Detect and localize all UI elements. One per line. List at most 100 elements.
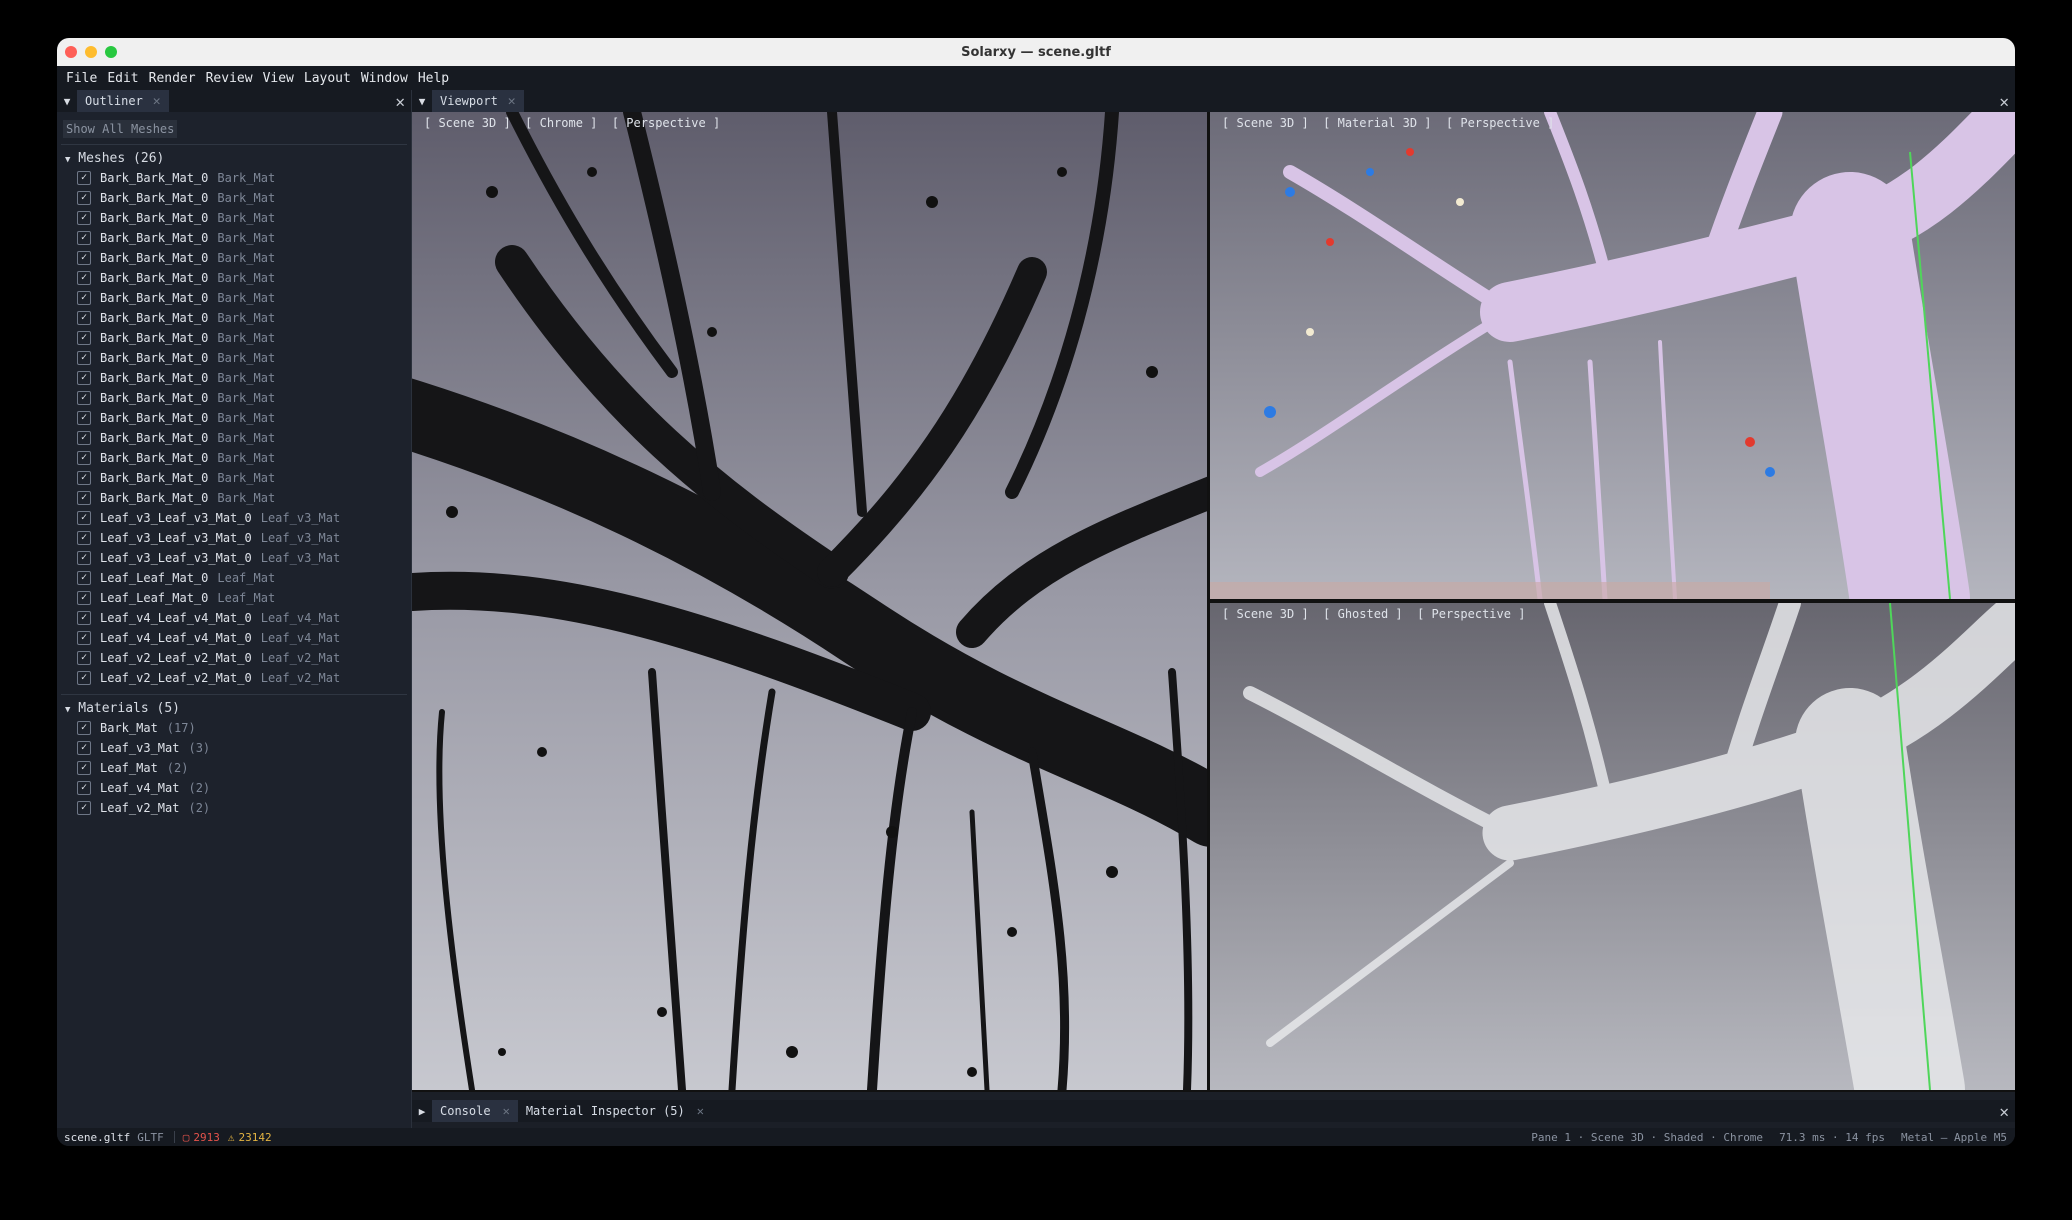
- mesh-row[interactable]: ✓ Bark_Bark_Mat_0 Bark_Mat: [57, 228, 411, 248]
- collapse-triangle-icon[interactable]: ▼: [412, 95, 432, 108]
- pane-label-chrome[interactable]: [ Scene 3D ] [ Chrome ] [ Perspective ]: [424, 116, 720, 130]
- mesh-row[interactable]: ✓ Bark_Bark_Mat_0 Bark_Mat: [57, 168, 411, 188]
- zoom-window-button[interactable]: [105, 46, 117, 58]
- checkbox-checked-icon[interactable]: ✓: [77, 611, 91, 625]
- mesh-row[interactable]: ✓ Bark_Bark_Mat_0 Bark_Mat: [57, 348, 411, 368]
- material-row[interactable]: ✓ Leaf_Mat (2): [57, 758, 411, 778]
- mesh-row[interactable]: ✓ Bark_Bark_Mat_0 Bark_Mat: [57, 328, 411, 348]
- mesh-name: Leaf_v4_Leaf_v4_Mat_0: [100, 611, 252, 625]
- checkbox-checked-icon[interactable]: ✓: [77, 591, 91, 605]
- menu-layout[interactable]: Layout: [304, 71, 351, 86]
- checkbox-checked-icon[interactable]: ✓: [77, 331, 91, 345]
- material-row[interactable]: ✓ Leaf_v2_Mat (2): [57, 798, 411, 818]
- checkbox-checked-icon[interactable]: ✓: [77, 211, 91, 225]
- menu-review[interactable]: Review: [206, 71, 253, 86]
- close-icon[interactable]: ✕: [1999, 1102, 2009, 1121]
- tab-close-icon[interactable]: ✕: [697, 1104, 704, 1118]
- checkbox-checked-icon[interactable]: ✓: [77, 671, 91, 685]
- mesh-row[interactable]: ✓ Bark_Bark_Mat_0 Bark_Mat: [57, 428, 411, 448]
- checkbox-checked-icon[interactable]: ✓: [77, 451, 91, 465]
- checkbox-checked-icon[interactable]: ✓: [77, 311, 91, 325]
- menu-help[interactable]: Help: [418, 71, 449, 86]
- checkbox-checked-icon[interactable]: ✓: [77, 571, 91, 585]
- mesh-row[interactable]: ✓ Bark_Bark_Mat_0 Bark_Mat: [57, 268, 411, 288]
- checkbox-checked-icon[interactable]: ✓: [77, 351, 91, 365]
- close-window-button[interactable]: [65, 46, 77, 58]
- mesh-row[interactable]: ✓ Bark_Bark_Mat_0 Bark_Mat: [57, 468, 411, 488]
- mesh-row[interactable]: ✓ Bark_Bark_Mat_0 Bark_Mat: [57, 248, 411, 268]
- material-row[interactable]: ✓ Leaf_v4_Mat (2): [57, 778, 411, 798]
- mesh-row[interactable]: ✓ Bark_Bark_Mat_0 Bark_Mat: [57, 488, 411, 508]
- checkbox-checked-icon[interactable]: ✓: [77, 551, 91, 565]
- checkbox-checked-icon[interactable]: ✓: [77, 231, 91, 245]
- mesh-row[interactable]: ✓ Leaf_v4_Leaf_v4_Mat_0 Leaf_v4_Mat: [57, 628, 411, 648]
- checkbox-checked-icon[interactable]: ✓: [77, 371, 91, 385]
- materials-section-header[interactable]: ▼ Materials (5): [57, 695, 411, 716]
- tab-close-icon[interactable]: ✕: [503, 1104, 510, 1118]
- menu-edit[interactable]: Edit: [107, 71, 138, 86]
- mesh-row[interactable]: ✓ Bark_Bark_Mat_0 Bark_Mat: [57, 368, 411, 388]
- material-row[interactable]: ✓ Bark_Mat (17): [57, 718, 411, 738]
- checkbox-checked-icon[interactable]: ✓: [77, 471, 91, 485]
- mesh-row[interactable]: ✓ Bark_Bark_Mat_0 Bark_Mat: [57, 388, 411, 408]
- menu-window[interactable]: Window: [361, 71, 408, 86]
- mesh-row[interactable]: ✓ Bark_Bark_Mat_0 Bark_Mat: [57, 188, 411, 208]
- checkbox-checked-icon[interactable]: ✓: [77, 651, 91, 665]
- show-all-meshes-button[interactable]: Show All Meshes: [63, 120, 178, 138]
- checkbox-checked-icon[interactable]: ✓: [77, 801, 91, 815]
- checkbox-checked-icon[interactable]: ✓: [77, 251, 91, 265]
- viewport-pane-chrome[interactable]: [ Scene 3D ] [ Chrome ] [ Perspective ]: [412, 112, 1207, 1090]
- checkbox-checked-icon[interactable]: ✓: [77, 631, 91, 645]
- mesh-row[interactable]: ✓ Bark_Bark_Mat_0 Bark_Mat: [57, 448, 411, 468]
- checkbox-checked-icon[interactable]: ✓: [77, 391, 91, 405]
- checkbox-checked-icon[interactable]: ✓: [77, 431, 91, 445]
- mesh-row[interactable]: ✓ Leaf_Leaf_Mat_0 Leaf_Mat: [57, 588, 411, 608]
- tab-close-icon[interactable]: ✕: [508, 94, 516, 109]
- menu-render[interactable]: Render: [149, 71, 196, 86]
- tab-close-icon[interactable]: ✕: [153, 94, 161, 109]
- mesh-row[interactable]: ✓ Leaf_v2_Leaf_v2_Mat_0 Leaf_v2_Mat: [57, 648, 411, 668]
- checkbox-checked-icon[interactable]: ✓: [77, 291, 91, 305]
- checkbox-checked-icon[interactable]: ✓: [77, 511, 91, 525]
- collapse-triangle-icon[interactable]: ▼: [57, 95, 77, 108]
- mesh-row[interactable]: ✓ Bark_Bark_Mat_0 Bark_Mat: [57, 308, 411, 328]
- tab-viewport[interactable]: Viewport ✕: [432, 90, 524, 112]
- checkbox-checked-icon[interactable]: ✓: [77, 721, 91, 735]
- close-icon[interactable]: ✕: [1999, 92, 2009, 111]
- mesh-row[interactable]: ✓ Leaf_v4_Leaf_v4_Mat_0 Leaf_v4_Mat: [57, 608, 411, 628]
- checkbox-checked-icon[interactable]: ✓: [77, 191, 91, 205]
- checkbox-checked-icon[interactable]: ✓: [77, 491, 91, 505]
- menu-file[interactable]: File: [66, 71, 97, 86]
- pane-label-ghosted[interactable]: [ Scene 3D ] [ Ghosted ] [ Perspective ]: [1222, 607, 1525, 621]
- mesh-row[interactable]: ✓ Leaf_v2_Leaf_v2_Mat_0 Leaf_v2_Mat: [57, 668, 411, 688]
- checkbox-checked-icon[interactable]: ✓: [77, 411, 91, 425]
- checkbox-checked-icon[interactable]: ✓: [77, 171, 91, 185]
- tab-outliner[interactable]: Outliner ✕: [77, 90, 169, 112]
- checkbox-checked-icon[interactable]: ✓: [77, 271, 91, 285]
- mesh-row[interactable]: ✓ Bark_Bark_Mat_0 Bark_Mat: [57, 408, 411, 428]
- status-warnings[interactable]: 23142: [238, 1131, 271, 1144]
- status-errors[interactable]: 2913: [193, 1131, 220, 1144]
- mesh-row[interactable]: ✓ Leaf_v3_Leaf_v3_Mat_0 Leaf_v3_Mat: [57, 528, 411, 548]
- mesh-row[interactable]: ✓ Leaf_v3_Leaf_v3_Mat_0 Leaf_v3_Mat: [57, 548, 411, 568]
- material-row[interactable]: ✓ Leaf_v3_Mat (3): [57, 738, 411, 758]
- viewport-pane-material[interactable]: [ Scene 3D ] [ Material 3D ] [ Perspecti…: [1210, 112, 2015, 599]
- close-icon[interactable]: ✕: [395, 92, 405, 111]
- mesh-row[interactable]: ✓ Leaf_Leaf_Mat_0 Leaf_Mat: [57, 568, 411, 588]
- viewport-pane-ghosted[interactable]: [ Scene 3D ] [ Ghosted ] [ Perspective ]: [1210, 603, 2015, 1090]
- tab-console[interactable]: Console ✕: [432, 1100, 518, 1122]
- mesh-row[interactable]: ✓ Leaf_v3_Leaf_v3_Mat_0 Leaf_v3_Mat: [57, 508, 411, 528]
- minimize-window-button[interactable]: [85, 46, 97, 58]
- pane-label-material[interactable]: [ Scene 3D ] [ Material 3D ] [ Perspecti…: [1222, 116, 1554, 130]
- mesh-row[interactable]: ✓ Bark_Bark_Mat_0 Bark_Mat: [57, 208, 411, 228]
- checkbox-checked-icon[interactable]: ✓: [77, 761, 91, 775]
- checkbox-checked-icon[interactable]: ✓: [77, 531, 91, 545]
- checkbox-checked-icon[interactable]: ✓: [77, 741, 91, 755]
- expand-triangle-icon[interactable]: ▶: [412, 1105, 432, 1118]
- checkbox-checked-icon[interactable]: ✓: [77, 781, 91, 795]
- meshes-section-header[interactable]: ▼ Meshes (26): [57, 145, 411, 166]
- menu-view[interactable]: View: [263, 71, 294, 86]
- tab-material-inspector[interactable]: Material Inspector (5) ✕: [518, 1100, 712, 1122]
- mesh-row[interactable]: ✓ Bark_Bark_Mat_0 Bark_Mat: [57, 288, 411, 308]
- mesh-material: Leaf_v3_Mat: [260, 551, 341, 565]
